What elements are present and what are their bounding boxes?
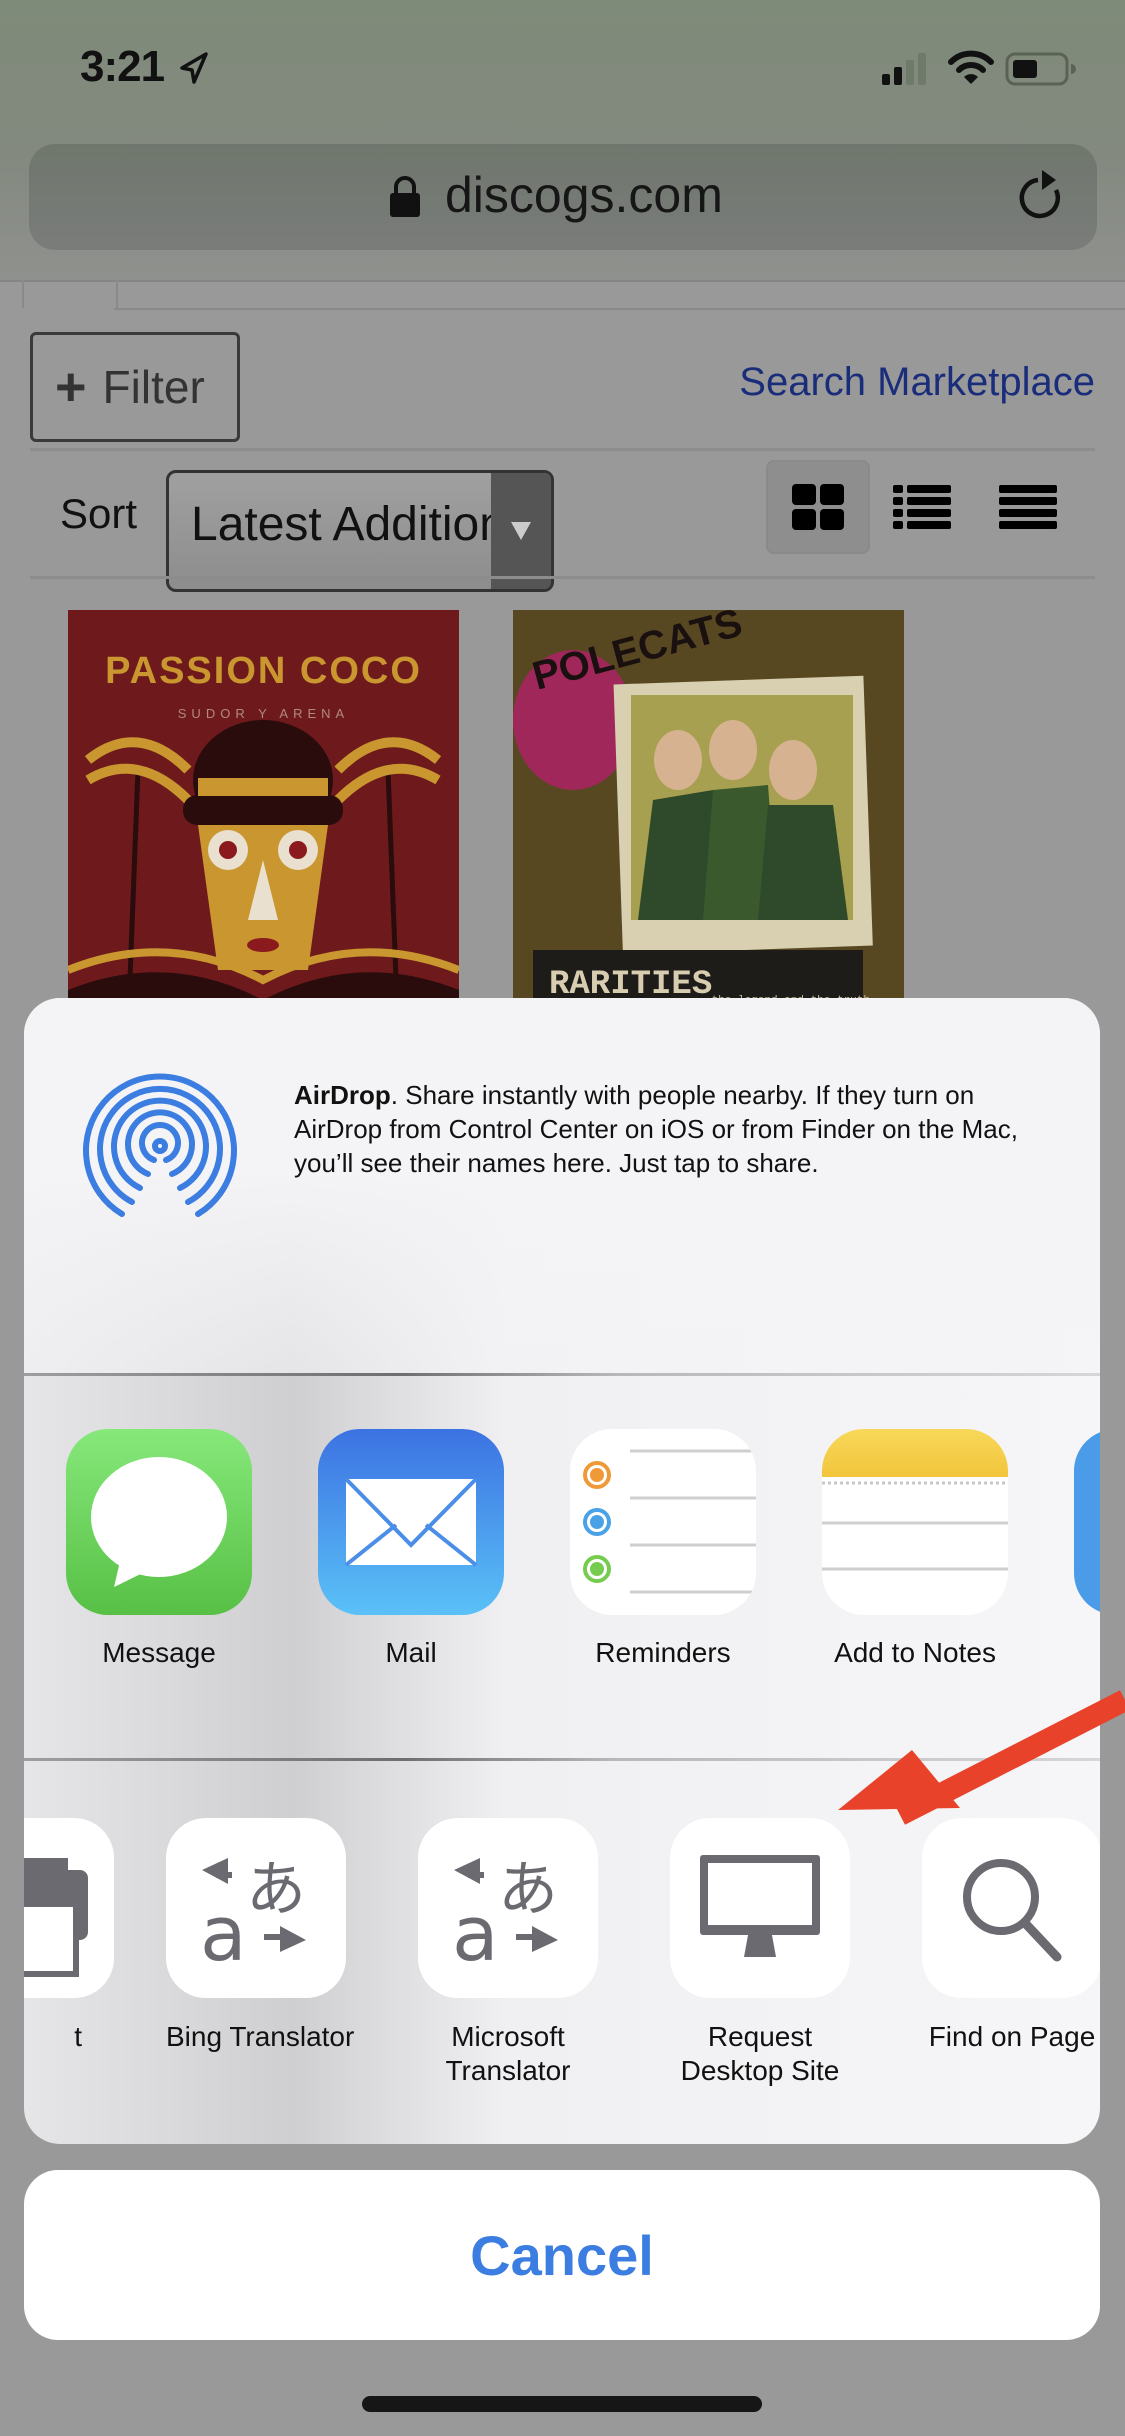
filter-label: Filter <box>102 361 205 413</box>
share-app-mail[interactable]: Mail <box>318 1429 504 1669</box>
page-tab[interactable] <box>22 280 118 308</box>
printer-glyph <box>24 1858 88 1977</box>
home-indicator[interactable] <box>362 2396 762 2412</box>
airdrop-body: . Share instantly with people nearby. If… <box>294 1080 1018 1178</box>
wifi-icon <box>948 50 994 84</box>
lock-icon <box>390 176 420 217</box>
app-label: Add to Notes <box>834 1637 996 1668</box>
filter-button[interactable]: + Filter <box>30 332 240 442</box>
reload-icon[interactable] <box>1016 168 1068 224</box>
action-print[interactable]: t <box>24 1818 114 2054</box>
dropdown-arrow <box>491 473 551 589</box>
rows-view-icon <box>999 485 1057 529</box>
album-cover[interactable]: PASSION COCO SUDOR Y ARENA <box>68 610 459 1030</box>
app-label: Mail <box>385 1637 437 1668</box>
divider <box>0 280 1125 282</box>
monitor-glyph <box>700 1855 820 1957</box>
app-label: Reminders <box>595 1637 731 1668</box>
grid-view-icon <box>792 484 844 530</box>
messages-app-icon <box>66 1429 252 1615</box>
svg-text:あ: あ <box>498 1855 558 1925</box>
partial-app-icon <box>1074 1429 1100 1615</box>
envelope-icon <box>344 1477 478 1567</box>
airdrop-title: AirDrop <box>294 1080 391 1110</box>
status-time: 3:21 <box>80 42 165 91</box>
svg-text:a: a <box>200 1889 247 1968</box>
print-icon <box>24 1818 114 1998</box>
share-apps-row[interactable]: Message Mail Reminders Add to Notes <box>24 1376 1100 1758</box>
share-app-notes[interactable]: Add to Notes <box>822 1429 1008 1669</box>
action-label: Bing Translator <box>166 2021 355 2052</box>
app-label: Message <box>102 1637 216 1668</box>
grid-view-button[interactable] <box>768 462 868 552</box>
share-sheet: AirDrop. Share instantly with people nea… <box>24 998 1100 2144</box>
translate-icon: a あ <box>418 1818 598 1998</box>
search-icon <box>922 1818 1100 1998</box>
action-label: Request Desktop Site <box>680 2021 840 2086</box>
checklist-icon <box>583 1449 756 1594</box>
reminders-app-icon <box>570 1429 756 1615</box>
share-app-reminders[interactable]: Reminders <box>570 1429 756 1669</box>
action-label: t <box>74 2021 82 2052</box>
airdrop-description: AirDrop. Share instantly with people nea… <box>294 1078 1024 1180</box>
share-app-partial[interactable] <box>1074 1429 1100 1615</box>
battery-icon <box>1005 52 1076 86</box>
notepad-icon <box>822 1429 1008 1571</box>
divider <box>114 308 1125 310</box>
url-text[interactable]: discogs.com <box>445 166 723 224</box>
divider <box>30 448 1095 451</box>
translate-glyph: a あ <box>452 1855 558 1968</box>
svg-text:a: a <box>452 1889 499 1968</box>
speech-bubble-icon <box>91 1457 227 1587</box>
sort-selected-value: Latest Additions <box>191 498 491 551</box>
list-view-icon <box>893 485 951 529</box>
action-label: Find on Page <box>928 2021 1096 2052</box>
sort-label: Sort <box>60 490 138 537</box>
cancel-label: Cancel <box>470 2223 654 2287</box>
action-label: Microsoft Translator <box>445 2021 571 2086</box>
divider <box>30 576 1095 579</box>
notes-app-icon <box>822 1429 1008 1615</box>
list-view-button[interactable] <box>872 462 972 552</box>
album-artwork <box>68 720 459 1030</box>
plus-icon: + <box>55 357 87 417</box>
cellular-signal-icon <box>882 53 926 85</box>
translate-icon: a あ <box>166 1818 346 1998</box>
action-find-on-page[interactable]: Find on Page <box>922 1818 1100 2054</box>
rows-view-button[interactable] <box>978 462 1078 552</box>
cancel-button[interactable]: Cancel <box>24 2170 1100 2340</box>
location-arrow-icon <box>180 52 208 84</box>
sort-select[interactable]: Latest Additions <box>166 470 554 592</box>
translate-glyph: a あ <box>200 1855 306 1968</box>
album-cover[interactable]: POLECATS RARITIES the legend and the tru… <box>513 610 904 1030</box>
browser-chrome: 3:21 discogs.com <box>0 0 1125 280</box>
svg-text:あ: あ <box>246 1855 306 1925</box>
share-app-message[interactable]: Message <box>66 1429 252 1669</box>
action-request-desktop-site[interactable]: Request Desktop Site <box>670 1818 850 2088</box>
share-actions-row[interactable]: t a あ Bing Translator a あ Microsoft Tran… <box>24 1761 1100 2144</box>
action-microsoft-translator[interactable]: a あ Microsoft Translator <box>418 1818 598 2088</box>
desktop-icon <box>670 1818 850 1998</box>
magnifier-glyph <box>963 1859 1062 1962</box>
search-marketplace-link[interactable]: Search Marketplace <box>739 360 1095 405</box>
mail-app-icon <box>318 1429 504 1615</box>
chevron-down-icon <box>511 522 531 540</box>
action-bing-translator[interactable]: a あ Bing Translator <box>166 1818 355 2054</box>
airdrop-icon[interactable] <box>80 1064 240 1224</box>
